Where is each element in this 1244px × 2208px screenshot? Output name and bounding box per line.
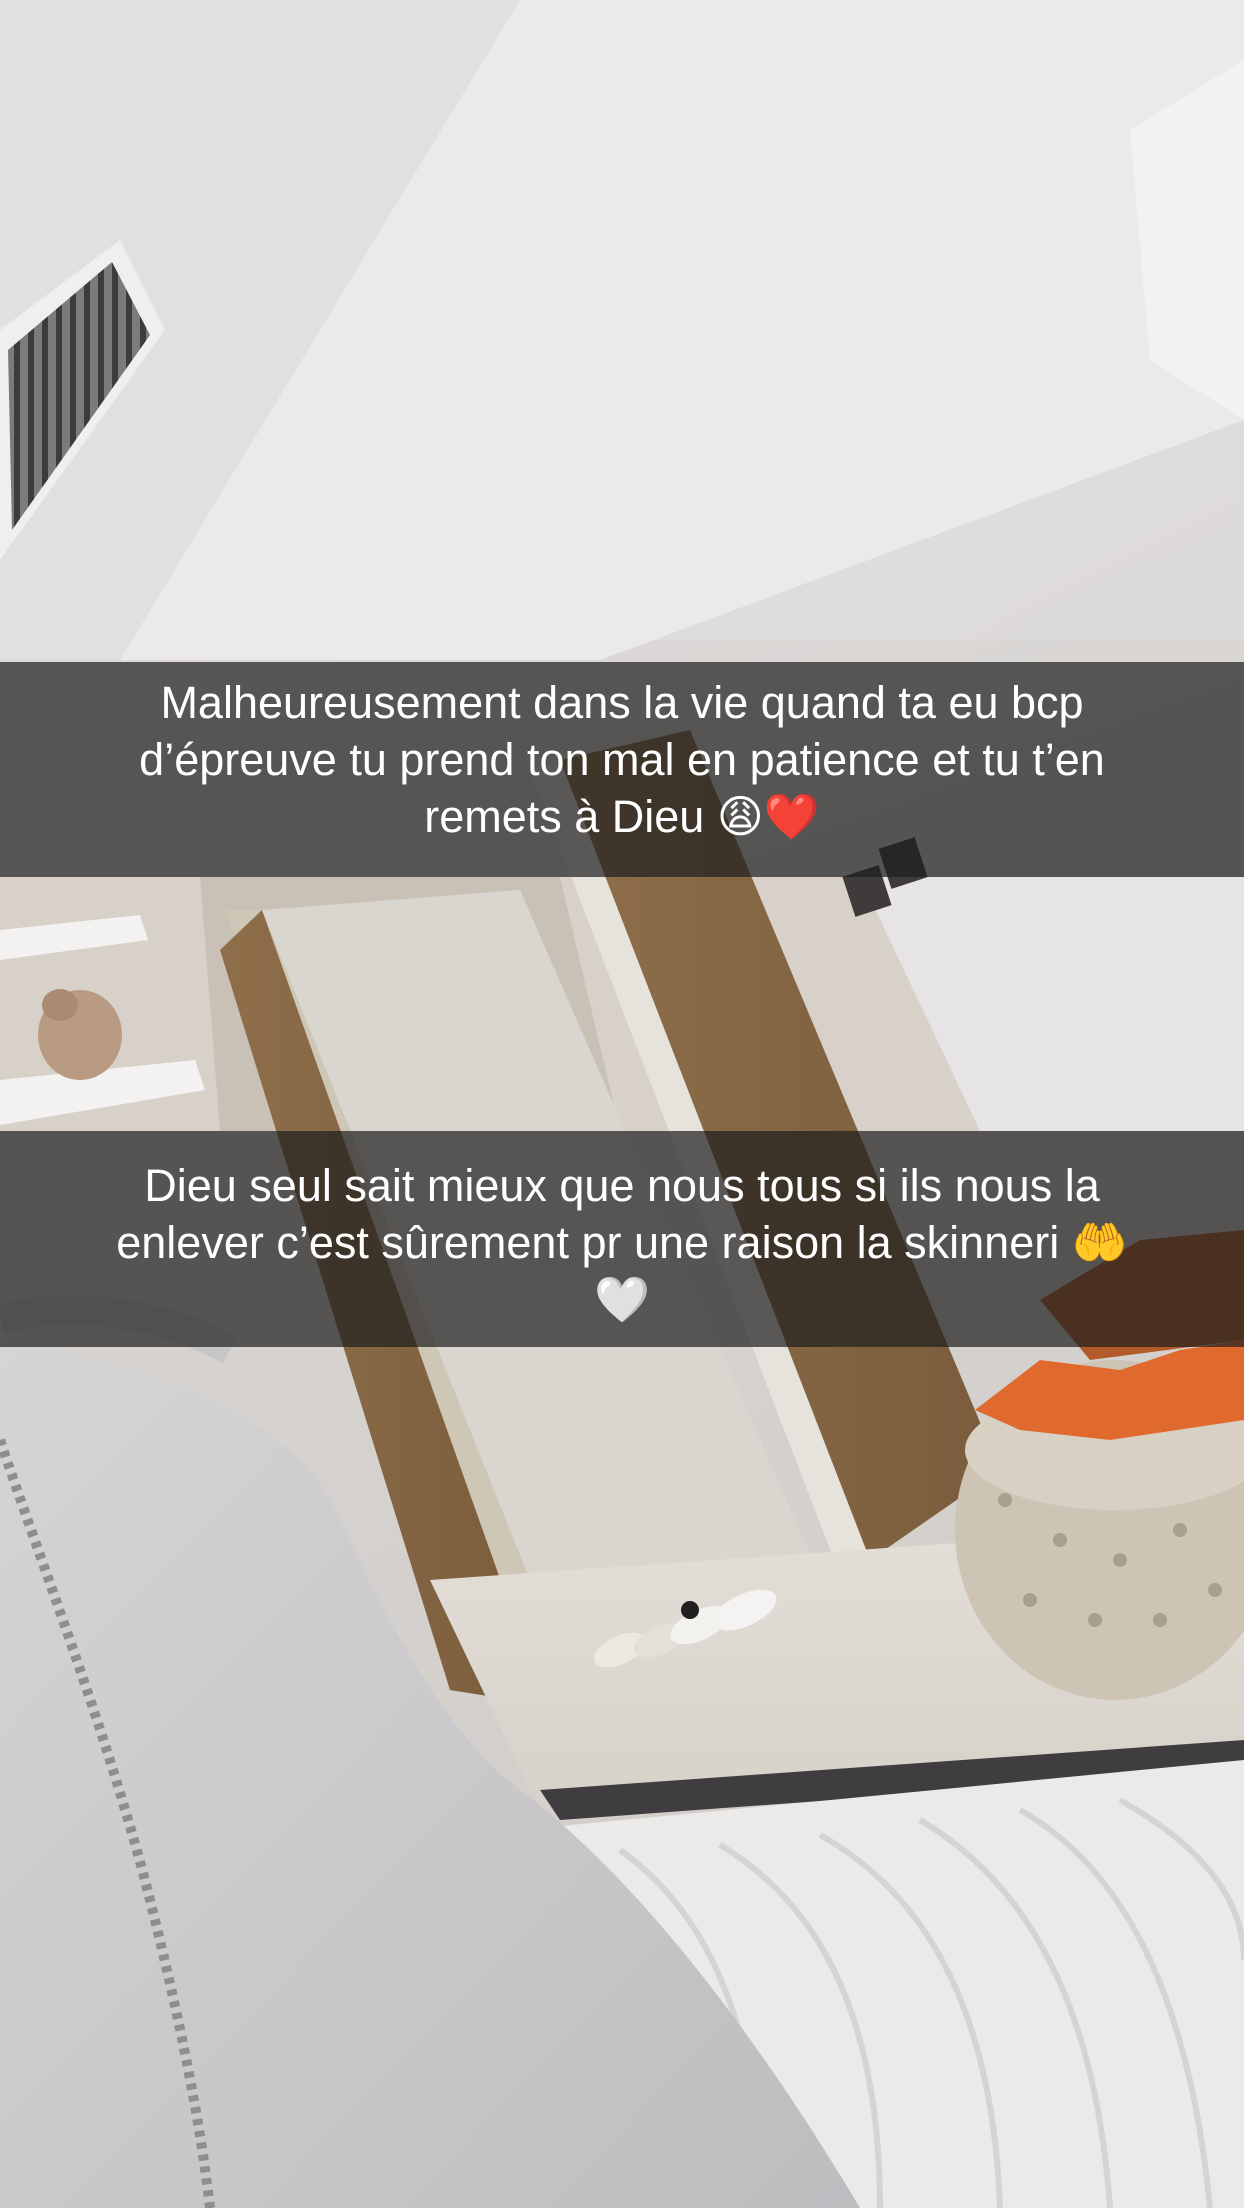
caption-line: Malheureusement dans la vie quand ta eu … [160, 677, 1084, 728]
caption-line: enlever c’est sûrement pr une raison la … [116, 1217, 1128, 1268]
caption-line: Dieu seul sait mieux que nous tous si il… [144, 1160, 1100, 1211]
room-scene [0, 0, 1244, 2208]
snap-caption-bottom: Dieu seul sait mieux que nous tous si il… [0, 1131, 1244, 1347]
snap-photo: Malheureusement dans la vie quand ta eu … [0, 0, 1244, 2208]
caption-line: d’épreuve tu prend ton mal en patience e… [139, 734, 1105, 785]
caption-line: remets à Dieu 😩❤️ [424, 791, 820, 842]
caption-line: 🤍 [593, 1274, 651, 1325]
snap-caption-top: Malheureusement dans la vie quand ta eu … [0, 662, 1244, 877]
